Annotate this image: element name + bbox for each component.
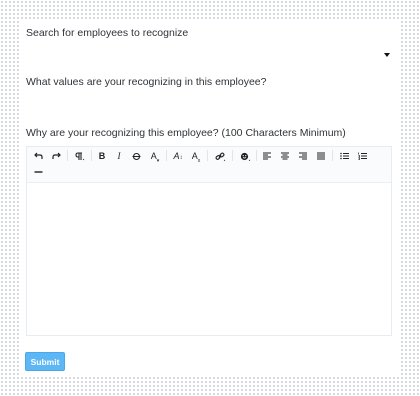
toolbar-separator — [332, 150, 333, 161]
submit-button[interactable]: Submit — [25, 352, 65, 371]
why-label: Why are your recognizing this employee? … — [26, 127, 346, 139]
bold-button[interactable]: B — [96, 149, 108, 164]
toolbar-separator — [91, 150, 92, 161]
align-left-icon[interactable] — [260, 149, 274, 164]
font-color-button[interactable]: A▾ — [147, 149, 163, 164]
link-icon[interactable] — [212, 149, 228, 164]
chevron-down-icon: ▾ — [156, 157, 160, 164]
rich-text-editor: B I A▾ A↕ Ax — [26, 146, 392, 336]
toolbar-separator — [207, 150, 208, 161]
toolbar-separator — [232, 150, 233, 161]
dropdown-caret-icon[interactable] — [384, 53, 390, 57]
employee-select[interactable] — [26, 44, 392, 66]
strikethrough-icon[interactable] — [129, 149, 143, 164]
paragraph-style-icon[interactable] — [72, 149, 88, 164]
italic-button[interactable]: I — [113, 149, 125, 164]
values-label: What values are your recognizing in this… — [26, 76, 267, 88]
size-arrows-icon: ↕ — [179, 155, 183, 161]
align-center-icon[interactable] — [278, 149, 292, 164]
subscript-icon: x — [197, 157, 201, 164]
align-justify-icon[interactable] — [314, 149, 328, 164]
toolbar-separator — [166, 150, 167, 161]
editor-toolbar: B I A▾ A↕ Ax — [27, 147, 391, 183]
recognition-form: Search for employees to recognize What v… — [19, 20, 399, 376]
toolbar-separator — [256, 150, 257, 161]
horizontal-rule-icon[interactable] — [31, 165, 45, 180]
numbered-list-icon[interactable] — [355, 149, 369, 164]
align-right-icon[interactable] — [296, 149, 310, 164]
undo-icon[interactable] — [31, 149, 45, 164]
redo-icon[interactable] — [49, 149, 63, 164]
emoji-icon[interactable] — [237, 149, 253, 164]
font-size-button[interactable]: A↕ — [171, 149, 185, 164]
search-employees-label: Search for employees to recognize — [26, 27, 189, 39]
clear-format-button[interactable]: Ax — [189, 149, 203, 164]
toolbar-separator — [67, 150, 68, 161]
bulleted-list-icon[interactable] — [337, 149, 351, 164]
editor-content-area[interactable] — [27, 183, 391, 335]
